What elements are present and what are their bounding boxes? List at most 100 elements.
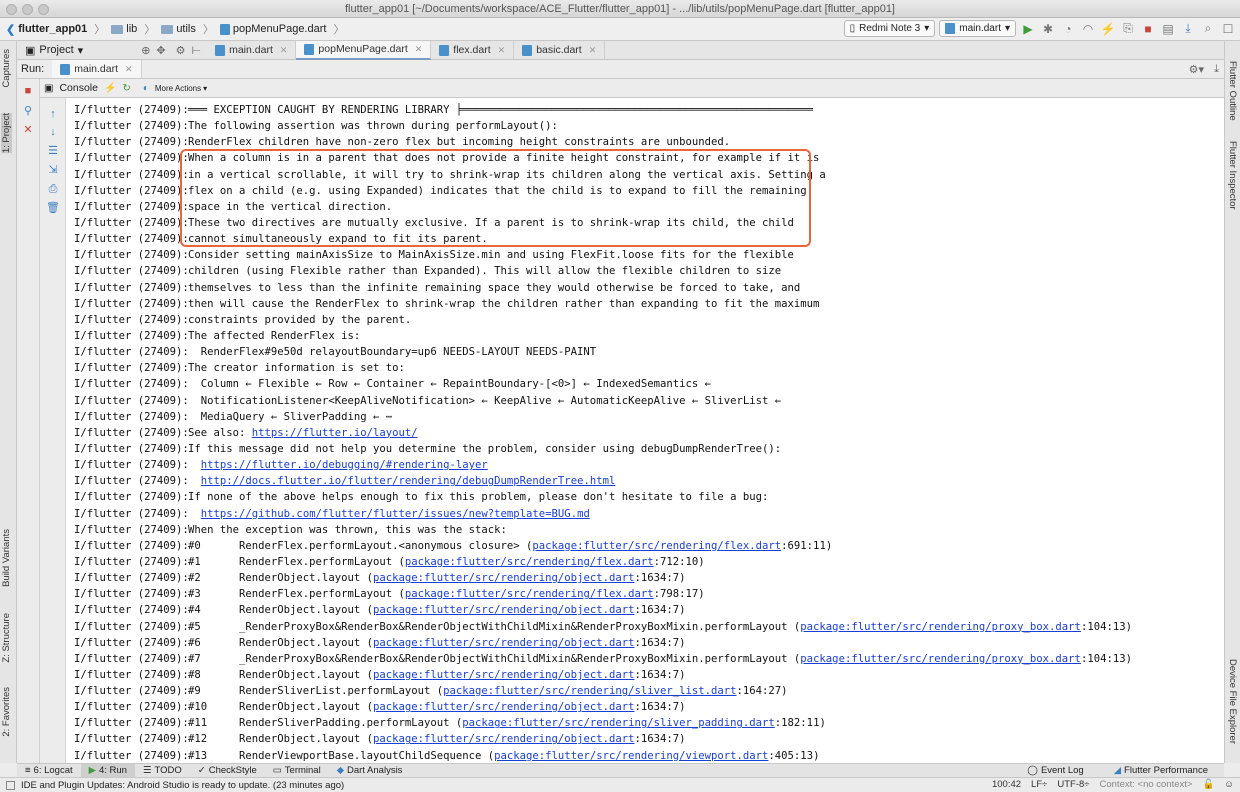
soft-wrap-icon[interactable]: ☰ bbox=[46, 145, 60, 157]
lock-icon[interactable]: 🔓 bbox=[1202, 779, 1214, 790]
caret-position[interactable]: 100:42 bbox=[992, 779, 1021, 790]
run-icon[interactable]: ▶ bbox=[1020, 21, 1036, 37]
structure-tool-button[interactable]: Z: Structure bbox=[1, 613, 12, 663]
console-link[interactable]: package:flutter/src/rendering/flex.dart bbox=[405, 588, 654, 600]
console-link[interactable]: package:flutter/src/rendering/object.dar… bbox=[373, 604, 635, 616]
flutter-inspector-tool-button[interactable]: Flutter Inspector bbox=[1227, 141, 1238, 210]
hide-panel-icon[interactable]: ⤓ bbox=[1214, 63, 1219, 76]
tab-main-dart[interactable]: main.dart ✕ bbox=[207, 40, 297, 60]
console-link[interactable]: package:flutter/src/rendering/sliver_lis… bbox=[443, 685, 736, 697]
device-selector[interactable]: ▯ Redmi Note 3 ▾ bbox=[843, 20, 936, 37]
console-link[interactable]: package:flutter/src/rendering/proxy_box.… bbox=[800, 653, 1081, 665]
gear-icon[interactable]: ⚙ bbox=[176, 44, 186, 57]
console-text-segment: #6 RenderObject.layout ( bbox=[188, 636, 373, 649]
close-icon[interactable]: ✕ bbox=[589, 45, 597, 56]
console-text-segment: Column ← Flexible ← Row ← Container ← Re… bbox=[188, 378, 711, 391]
close-icon[interactable]: ✕ bbox=[125, 64, 133, 75]
minimize-window-button[interactable] bbox=[22, 4, 33, 15]
dart-analysis-tool-button[interactable]: ◆ Dart Analysis bbox=[329, 764, 411, 778]
console-link[interactable]: https://flutter.io/debugging/#rendering-… bbox=[201, 459, 488, 471]
tool-windows-toggle-icon[interactable] bbox=[6, 780, 15, 790]
console-link[interactable]: package:flutter/src/rendering/object.dar… bbox=[373, 637, 635, 649]
hot-restart-icon[interactable]: ↻ bbox=[122, 83, 130, 94]
dart-analysis-icon: ◆ bbox=[336, 765, 344, 776]
arrow-up-icon[interactable]: ↑ bbox=[46, 108, 60, 120]
run-tab-main-dart[interactable]: main.dart ✕ bbox=[52, 60, 142, 78]
close-icon[interactable]: ✕ bbox=[415, 44, 423, 55]
flutter-performance-tool-button[interactable]: ◢ Flutter Performance bbox=[1106, 764, 1216, 778]
close-icon[interactable]: ✕ bbox=[498, 45, 506, 56]
console-link[interactable]: package:flutter/src/rendering/sliver_pad… bbox=[462, 717, 775, 729]
run-config-selector[interactable]: main.dart ▾ bbox=[939, 20, 1016, 37]
gear-icon[interactable]: ⚙▾ bbox=[1189, 63, 1204, 76]
stop-icon[interactable]: ■ bbox=[21, 85, 35, 97]
print-icon[interactable]: ⎙ bbox=[46, 183, 60, 195]
tab-flex-dart[interactable]: flex.dart ✕ bbox=[431, 40, 515, 60]
search-icon[interactable]: ⌕ bbox=[1200, 21, 1216, 37]
hot-reload-icon[interactable]: ⚡ bbox=[1100, 21, 1116, 37]
file-encoding[interactable]: UTF-8÷ bbox=[1057, 779, 1089, 790]
console-line-text: #3 RenderFlex.performLayout (package:flu… bbox=[188, 586, 705, 602]
console-link[interactable]: package:flutter/src/rendering/proxy_box.… bbox=[800, 621, 1081, 633]
captures-tool-button[interactable]: Captures bbox=[1, 49, 12, 88]
user-icon[interactable]: ☐ bbox=[1220, 21, 1236, 37]
close-icon[interactable]: ✕ bbox=[21, 124, 35, 136]
build-variants-tool-button[interactable]: Build Variants bbox=[1, 529, 12, 587]
favorites-tool-button[interactable]: 2: Favorites bbox=[1, 687, 12, 737]
flutter-outline-tool-button[interactable]: Flutter Outline bbox=[1227, 61, 1238, 121]
tab-popmenupage-dart[interactable]: popMenuPage.dart ✕ bbox=[296, 40, 432, 60]
project-view-selector[interactable]: ▣ Project ▾ bbox=[17, 44, 91, 57]
console-link[interactable]: package:flutter/src/rendering/object.dar… bbox=[373, 733, 635, 745]
profile-icon[interactable]: ◠ bbox=[1080, 21, 1096, 37]
console-link[interactable]: package:flutter/src/rendering/viewport.d… bbox=[494, 750, 768, 762]
avd-manager-icon[interactable]: ▤ bbox=[1160, 21, 1176, 37]
close-icon[interactable]: ✕ bbox=[280, 45, 288, 56]
apply-changes-icon[interactable]: ⎘ bbox=[1120, 21, 1136, 37]
console-line-prefix: I/flutter (27409): bbox=[74, 313, 189, 326]
console-link[interactable]: http://docs.flutter.io/flutter/rendering… bbox=[201, 475, 616, 487]
line-separator[interactable]: LF÷ bbox=[1031, 779, 1047, 790]
inspector-icon[interactable]: ☺ bbox=[1224, 779, 1234, 790]
tab-basic-dart[interactable]: basic.dart ✕ bbox=[514, 40, 606, 60]
pin-icon[interactable]: ⚲ bbox=[21, 105, 35, 117]
breadcrumb-lib[interactable]: lib 〉 bbox=[111, 21, 155, 37]
event-log-tool-button[interactable]: ◯ Event Log bbox=[1019, 764, 1091, 778]
breadcrumb-file[interactable]: popMenuPage.dart 〉 bbox=[219, 21, 344, 37]
hot-reload-icon[interactable]: ⚡ bbox=[104, 83, 116, 94]
sdk-manager-icon[interactable]: ⤓ bbox=[1180, 21, 1196, 37]
project-tool-button[interactable]: 1: Project bbox=[1, 113, 12, 154]
console-link[interactable]: package:flutter/src/rendering/flex.dart bbox=[405, 556, 654, 568]
console-link[interactable]: package:flutter/src/rendering/flex.dart bbox=[532, 540, 781, 552]
more-actions-button[interactable]: More Actions bbox=[155, 84, 201, 93]
collapse-icon[interactable]: ✥ bbox=[156, 44, 165, 57]
close-window-button[interactable] bbox=[6, 4, 17, 15]
breadcrumb-utils[interactable]: utils 〉 bbox=[161, 21, 214, 37]
zoom-window-button[interactable] bbox=[38, 4, 49, 15]
console-tab[interactable]: Console bbox=[59, 82, 98, 94]
device-file-explorer-tool-button[interactable]: Device File Explorer bbox=[1227, 659, 1238, 744]
trash-icon[interactable]: 🗑 bbox=[46, 202, 60, 214]
debug-icon[interactable]: ✱ bbox=[1040, 21, 1056, 37]
stop-icon[interactable]: ■ bbox=[1140, 21, 1156, 37]
console-link[interactable]: package:flutter/src/rendering/object.dar… bbox=[373, 701, 635, 713]
sync-icon[interactable]: ⊕ bbox=[141, 44, 150, 57]
context-indicator[interactable]: Context: <no context> bbox=[1100, 779, 1193, 790]
scroll-to-end-icon[interactable]: ⇲ bbox=[46, 164, 60, 176]
console-line: I/flutter (27409): The affected RenderFle… bbox=[66, 328, 1224, 344]
logcat-tool-button[interactable]: ≡ 6: Logcat bbox=[17, 764, 81, 778]
hide-icon[interactable]: ⊢ bbox=[192, 44, 202, 57]
console-line-text: ═══ EXCEPTION CAUGHT BY RENDERING LIBRAR… bbox=[188, 102, 813, 118]
status-message[interactable]: IDE and Plugin Updates: Android Studio i… bbox=[21, 780, 344, 791]
run-tool-button[interactable]: ▶ 4: Run bbox=[80, 763, 135, 778]
console-line-text: #4 RenderObject.layout (package:flutter/… bbox=[188, 602, 686, 618]
arrow-down-icon[interactable]: ↓ bbox=[46, 126, 60, 138]
console-link[interactable]: package:flutter/src/rendering/object.dar… bbox=[373, 669, 635, 681]
breadcrumb-project[interactable]: ❮ flutter_app01 〉 bbox=[6, 21, 105, 37]
console-link[interactable]: https://github.com/flutter/flutter/issue… bbox=[201, 508, 590, 520]
todo-tool-button[interactable]: ☰ TODO bbox=[135, 764, 190, 778]
console-link[interactable]: https://flutter.io/layout/ bbox=[252, 427, 418, 439]
terminal-tool-button[interactable]: ▭ Terminal bbox=[265, 764, 329, 778]
checkstyle-tool-button[interactable]: ✓ CheckStyle bbox=[190, 764, 265, 778]
console-link[interactable]: package:flutter/src/rendering/object.dar… bbox=[373, 572, 635, 584]
coverage-icon[interactable]: ◔ bbox=[1060, 21, 1076, 37]
